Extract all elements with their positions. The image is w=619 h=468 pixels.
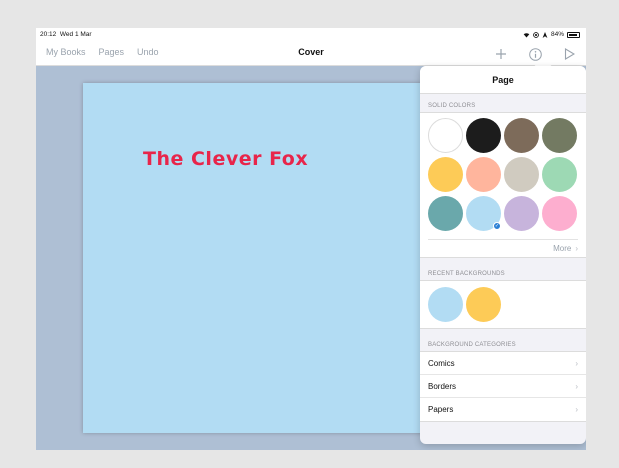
color-swatch[interactable] — [504, 157, 539, 192]
more-colors-button[interactable]: More › — [428, 239, 578, 257]
category-label: Borders — [428, 381, 457, 391]
color-swatch[interactable] — [428, 196, 463, 231]
recent-background-swatch[interactable] — [466, 287, 501, 322]
color-swatch[interactable] — [504, 118, 539, 153]
solid-colors-section: ✓ More › — [420, 112, 586, 258]
orientation-lock-icon — [533, 31, 539, 38]
color-swatch[interactable] — [542, 118, 577, 153]
info-icon — [528, 47, 542, 61]
chevron-right-icon: › — [575, 358, 578, 368]
more-label: More — [553, 244, 572, 253]
plus-icon — [496, 49, 506, 59]
color-swatch-grid: ✓ — [420, 113, 586, 235]
popover-title: Page — [420, 66, 586, 94]
status-icons: 84% — [523, 31, 580, 38]
category-label: Comics — [428, 358, 455, 368]
battery-icon — [567, 31, 580, 38]
recent-swatch-row — [420, 281, 586, 328]
color-swatch[interactable] — [542, 196, 577, 231]
play-button[interactable] — [552, 42, 586, 66]
location-icon — [542, 31, 548, 38]
color-swatch[interactable] — [466, 118, 501, 153]
play-icon — [564, 48, 575, 60]
category-borders[interactable]: Borders › — [420, 375, 586, 398]
ipad-screen: 20:12 Wed 1 Mar 84% My Books Pages Undo … — [36, 28, 586, 450]
book-page-canvas[interactable]: The Clever Fox — [83, 83, 443, 433]
add-button[interactable] — [484, 42, 518, 66]
background-categories-list: Comics › Borders › Papers › — [420, 351, 586, 422]
status-bar: 20:12 Wed 1 Mar 84% — [36, 28, 586, 42]
color-swatch[interactable]: ✓ — [466, 196, 501, 231]
chevron-right-icon: › — [575, 244, 578, 253]
chevron-right-icon: › — [575, 381, 578, 391]
top-navigation-bar: My Books Pages Undo Cover — [36, 42, 586, 66]
nav-right-group — [484, 42, 586, 66]
selected-check-icon: ✓ — [493, 222, 501, 230]
color-swatch[interactable] — [504, 196, 539, 231]
recent-background-swatch[interactable] — [428, 287, 463, 322]
category-label: Papers — [428, 405, 454, 414]
color-swatch[interactable] — [428, 118, 463, 153]
page-settings-popover: Page SOLID COLORS ✓ More › RECENT BACKGR… — [420, 66, 586, 444]
recent-backgrounds-label: RECENT BACKGROUNDS — [428, 271, 505, 277]
category-papers[interactable]: Papers › — [420, 398, 586, 421]
book-title-text[interactable]: The Clever Fox — [143, 148, 308, 170]
solid-colors-label: SOLID COLORS — [428, 103, 476, 109]
category-comics[interactable]: Comics › — [420, 352, 586, 375]
status-date: Wed 1 Mar — [59, 31, 92, 38]
status-time-date: 20:12 Wed 1 Mar — [40, 31, 92, 38]
wifi-icon — [523, 32, 530, 37]
background-categories-label: BACKGROUND CATEGORIES — [428, 342, 516, 348]
status-time: 20:12 — [40, 31, 57, 38]
color-swatch[interactable] — [466, 157, 501, 192]
color-swatch[interactable] — [542, 157, 577, 192]
recent-backgrounds-section — [420, 280, 586, 329]
chevron-right-icon: › — [575, 405, 578, 414]
color-swatch[interactable] — [428, 157, 463, 192]
battery-percent: 84% — [550, 31, 564, 38]
